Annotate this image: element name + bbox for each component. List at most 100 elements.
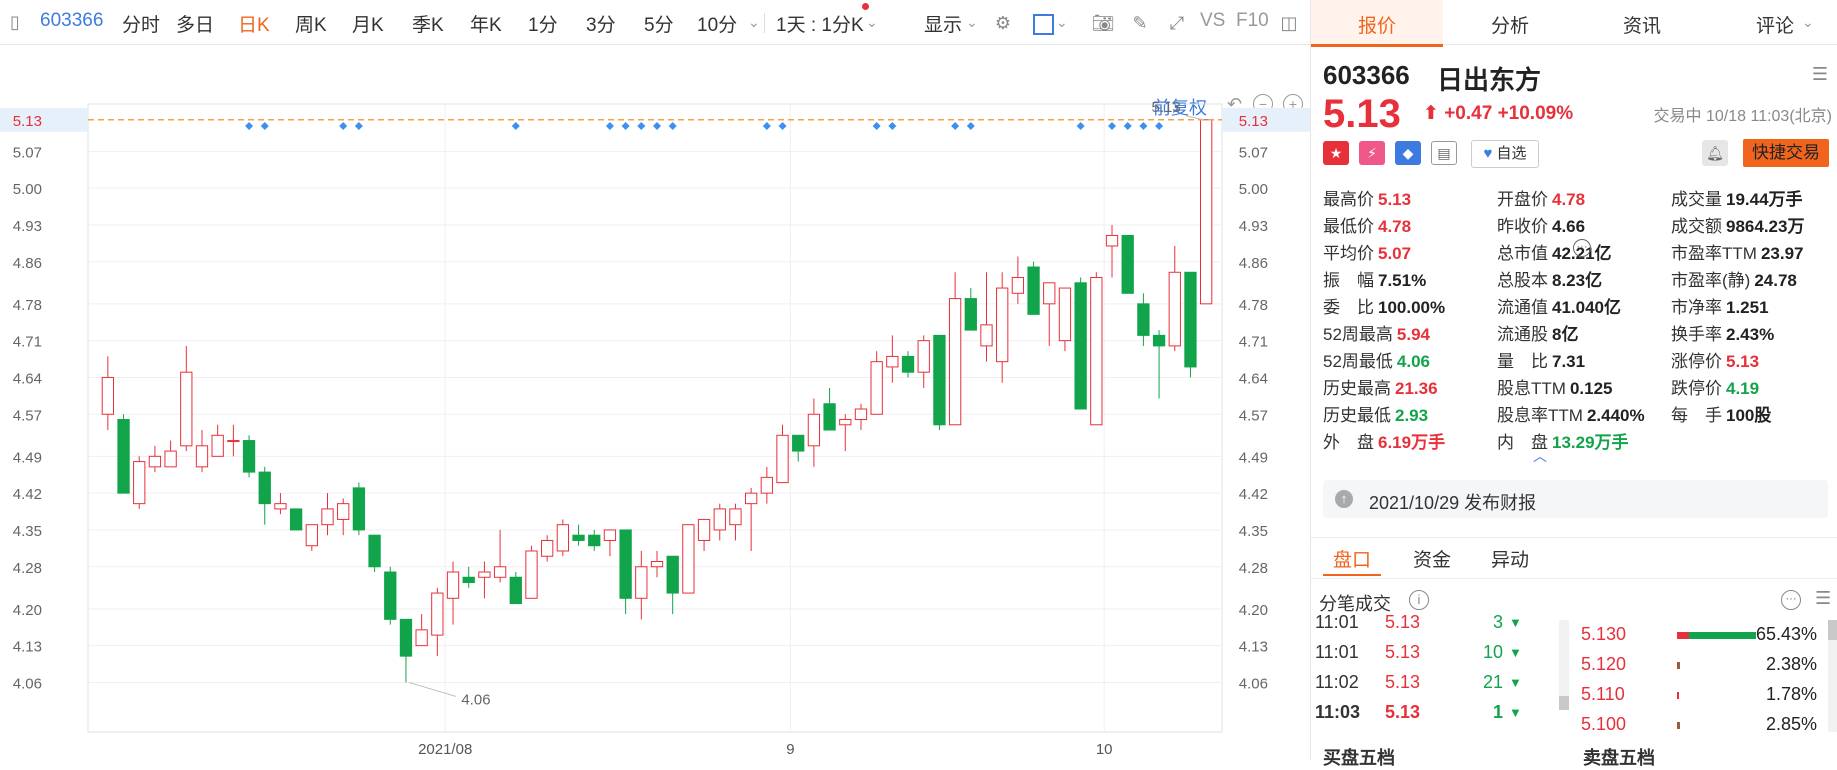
camera-icon[interactable]: 📷︎ bbox=[1090, 10, 1116, 36]
flag-cn-icon[interactable]: ★ bbox=[1323, 141, 1349, 165]
toolbar-tab-5min[interactable]: 5分 bbox=[644, 10, 674, 37]
event-marker bbox=[762, 122, 771, 130]
earnings-notice[interactable]: ↑ 2021/10/29 发布财报 bbox=[1323, 480, 1828, 518]
more-options-icon[interactable]: ··· bbox=[1781, 590, 1801, 610]
candle-body bbox=[274, 503, 287, 510]
lightning-icon[interactable]: ⚡ bbox=[1359, 141, 1385, 165]
candle-body bbox=[493, 566, 507, 578]
quote-value: 7.31 bbox=[1552, 352, 1586, 371]
heart-icon: ♥ bbox=[1483, 145, 1493, 162]
tick-volume: 3 bbox=[1492, 612, 1503, 632]
color-box-icon[interactable] bbox=[1030, 10, 1056, 36]
tab-analysis[interactable]: 分析 bbox=[1491, 11, 1529, 38]
quote-cell: 流通股 8亿 bbox=[1497, 320, 1578, 345]
display-chevron-icon[interactable]: ⌄ bbox=[966, 14, 978, 31]
chevron-down-icon[interactable]: ⌄ bbox=[748, 14, 760, 31]
pencil-icon[interactable]: ✎ bbox=[1127, 10, 1153, 36]
display-menu[interactable]: 显示 bbox=[924, 10, 962, 37]
quote-cell: 股息率TTM 2.440% bbox=[1497, 401, 1645, 426]
quote-panel: 报价 分析 资讯 评论 ⌄ 603366 日出东方 ☰ 5.13 ⬆ +0.47… bbox=[1310, 0, 1837, 768]
toolbar-tab-year-k[interactable]: 年K bbox=[470, 10, 502, 37]
panel-toggle-icon[interactable]: ◫ bbox=[1276, 10, 1302, 36]
x-tick-label: 2021/08 bbox=[418, 741, 472, 758]
ob-bar bbox=[1677, 662, 1680, 669]
notes-icon[interactable]: ▤ bbox=[1431, 141, 1457, 165]
stock-code: 603366 bbox=[1323, 60, 1410, 90]
tab-news[interactable]: 资讯 bbox=[1623, 11, 1661, 38]
quote-value: 4.78 bbox=[1378, 217, 1412, 236]
color-chevron-icon[interactable]: ⌄ bbox=[1056, 14, 1068, 31]
more-icon[interactable]: ··· bbox=[1573, 239, 1591, 257]
sidebar-toggle-icon[interactable]: ▯ bbox=[2, 9, 28, 35]
gear-icon[interactable]: ⚙ bbox=[990, 10, 1016, 36]
quote-label: 市盈率(静) bbox=[1671, 271, 1751, 290]
candle-body bbox=[744, 492, 758, 505]
y-tick-label-left: 4.64 bbox=[13, 370, 42, 387]
f10-button[interactable]: F10 bbox=[1236, 10, 1269, 32]
info-icon[interactable]: i bbox=[1409, 590, 1429, 610]
add-watchlist-button[interactable]: ♥ 自选 bbox=[1471, 140, 1539, 168]
toolbar-tab-month-k[interactable]: 月K bbox=[352, 10, 384, 37]
quote-cell: 委 比 100.00% bbox=[1323, 293, 1445, 318]
y-tick-label-right: 5.00 bbox=[1239, 181, 1268, 198]
quote-value: 2.43% bbox=[1726, 325, 1775, 344]
candle-body bbox=[148, 455, 162, 468]
tab-comments[interactable]: 评论 bbox=[1756, 11, 1794, 38]
quote-label: 振 幅 bbox=[1323, 271, 1374, 290]
candle-body bbox=[854, 408, 868, 421]
collapse-chevron-icon[interactable]: ︿ bbox=[1533, 446, 1547, 466]
toolbar-tab-fenshi[interactable]: 分时 bbox=[122, 10, 160, 37]
toolbar-tab-quarter-k[interactable]: 季K bbox=[412, 10, 444, 37]
toolbar-tab-10min[interactable]: 10分 bbox=[697, 10, 737, 37]
period-select[interactable]: 1天 : 1分K bbox=[776, 10, 864, 37]
toolbar-stock-code[interactable]: 603366 bbox=[40, 10, 103, 32]
toolbar-tab-day-k[interactable]: 日K bbox=[238, 10, 270, 37]
toolbar-tab-3min[interactable]: 3分 bbox=[586, 10, 616, 37]
down-triangle-icon: ▼ bbox=[1509, 645, 1522, 660]
tick-price: 5.13 bbox=[1385, 642, 1421, 662]
quote-label: 委 比 bbox=[1323, 298, 1374, 317]
y-tick-label-left: 4.78 bbox=[13, 297, 42, 314]
toolbar-tab-1min[interactable]: 1分 bbox=[528, 10, 558, 37]
candle-body bbox=[776, 434, 789, 484]
candle-body bbox=[1152, 334, 1166, 347]
quote-cell: 跌停价 4.19 bbox=[1671, 374, 1759, 399]
subtab-abnormal[interactable]: 异动 bbox=[1491, 545, 1529, 572]
ticks-scrollbar[interactable] bbox=[1559, 620, 1569, 710]
subtab-funds[interactable]: 资金 bbox=[1413, 545, 1451, 572]
list-icon[interactable]: ☰ bbox=[1815, 588, 1831, 609]
y-tick-label-left: 5.00 bbox=[13, 181, 42, 198]
y-tick-label-right: 4.13 bbox=[1239, 639, 1268, 656]
kline-chart-area: 前复权 ↶ − + 5.135.135.075.075.005.004.934.… bbox=[0, 44, 1310, 760]
menu-list-icon[interactable]: ☰ bbox=[1812, 64, 1828, 85]
candlestick-chart[interactable]: 5.13 5.13 5.07 5.07 5.00 5.00 4.93 4.93 4.86 4.86… bbox=[0, 44, 1310, 760]
subtab-pankou[interactable]: 盘口 bbox=[1333, 545, 1371, 572]
candle-body bbox=[980, 324, 993, 347]
y-tick-label-left: 4.20 bbox=[13, 602, 42, 619]
vs-button[interactable]: VS bbox=[1200, 10, 1225, 32]
candle-body bbox=[305, 524, 318, 547]
toolbar-tab-duori[interactable]: 多日 bbox=[176, 10, 214, 37]
candle-body bbox=[1200, 119, 1213, 305]
candle-body bbox=[399, 618, 413, 657]
quote-cell: 流通值 41.040亿 bbox=[1497, 293, 1621, 318]
orderbook-scrollbar[interactable] bbox=[1828, 620, 1837, 732]
tab-quote[interactable]: 报价 bbox=[1358, 11, 1396, 38]
period-chevron-icon[interactable]: ⌄ bbox=[866, 14, 878, 31]
toolbar-tab-week-k[interactable]: 周K bbox=[295, 10, 327, 37]
y-tick-label-right: 4.64 bbox=[1239, 370, 1268, 387]
fast-trade-button[interactable]: 快捷交易 bbox=[1743, 139, 1829, 167]
candle-body bbox=[258, 471, 271, 505]
candle-body bbox=[289, 508, 303, 531]
tabs-chevron-icon[interactable]: ⌄ bbox=[1802, 14, 1814, 31]
quote-cell: 量 比 7.31 bbox=[1497, 347, 1585, 372]
tick-price: 5.13 bbox=[1385, 702, 1421, 722]
quote-value: 23.97 bbox=[1760, 244, 1804, 263]
quote-value: 4.78 bbox=[1552, 190, 1586, 209]
bell-icon[interactable]: 🔔︎ bbox=[1702, 140, 1728, 166]
tick-time: 11:03 bbox=[1315, 702, 1361, 722]
tick-price: 5.13 bbox=[1385, 612, 1421, 632]
quote-cell: 涨停价 5.13 bbox=[1671, 347, 1759, 372]
tag-icon[interactable]: ◆ bbox=[1395, 141, 1421, 165]
fullscreen-icon[interactable]: ⤢ bbox=[1164, 10, 1190, 36]
